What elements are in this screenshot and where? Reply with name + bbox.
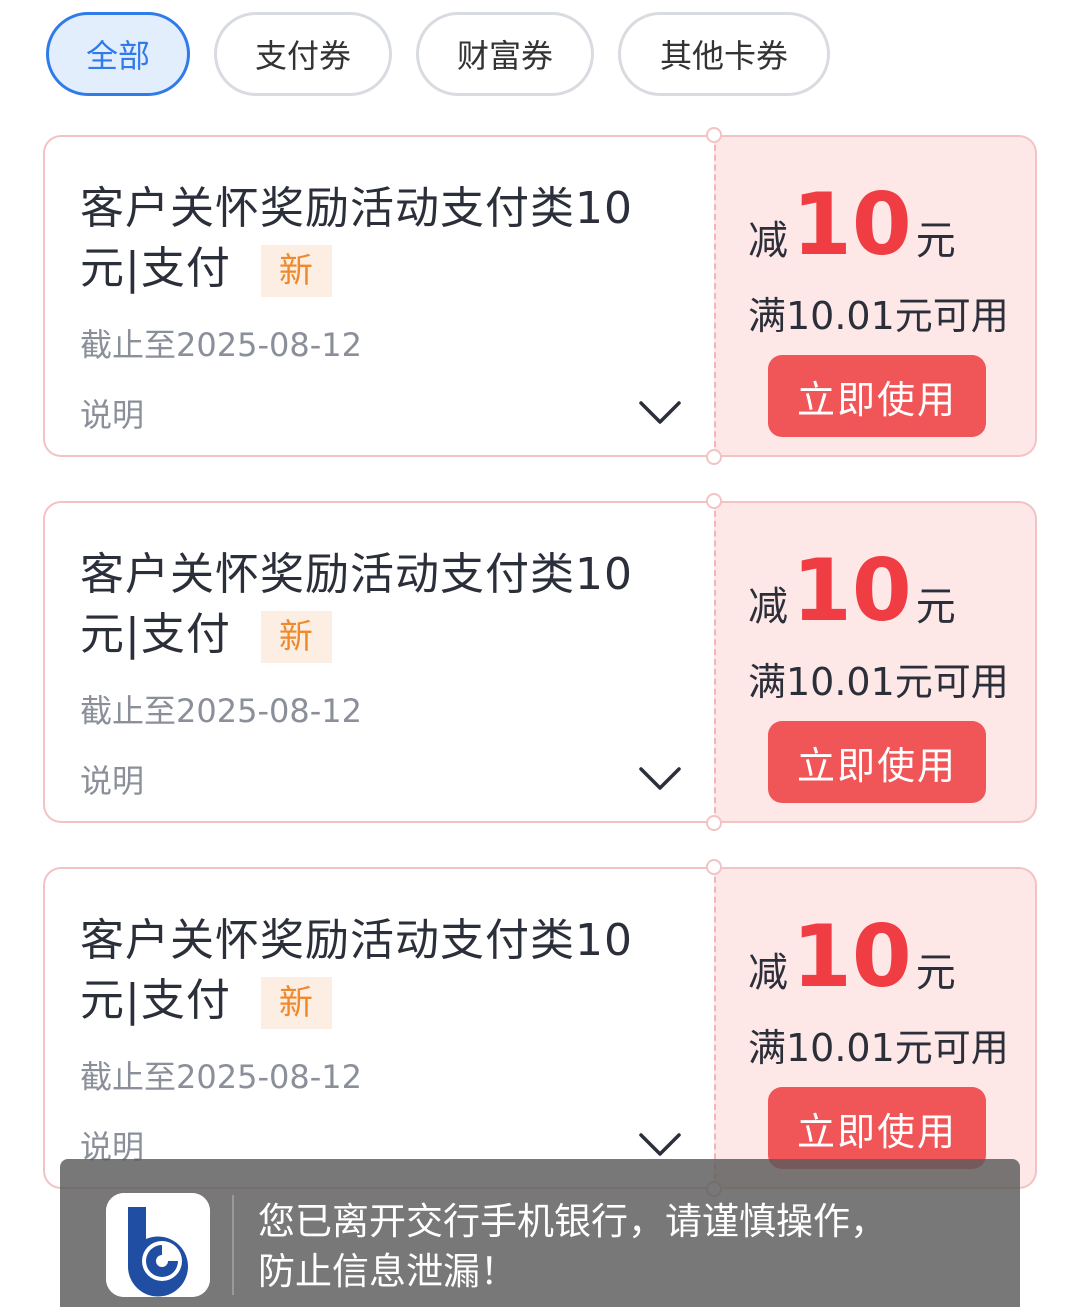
chevron-down-icon[interactable]	[637, 395, 683, 429]
coupon-info: 客户关怀奖励活动支付类10元|支付新 截止至2025-08-12 说明	[43, 135, 714, 457]
chevron-down-icon[interactable]	[637, 761, 683, 795]
coupon-deadline: 截止至2025-08-12	[80, 326, 362, 364]
coupon-deadline: 截止至2025-08-12	[80, 1058, 362, 1096]
bank-logo-icon	[106, 1193, 210, 1297]
amount-value: 10	[792, 175, 912, 275]
toast-message-line2: 防止信息泄漏！	[258, 1250, 517, 1293]
filter-tabs: 全部 支付券 财富券 其他卡券	[46, 12, 830, 96]
coupon-condition: 满10.01元可用	[748, 1026, 1009, 1070]
tab-other-coupons[interactable]: 其他卡券	[618, 12, 830, 96]
new-badge: 新	[260, 977, 332, 1029]
coupon-description-label[interactable]: 说明	[80, 756, 144, 802]
use-now-button[interactable]: 立即使用	[768, 355, 986, 437]
amount-value: 10	[792, 541, 912, 641]
new-badge: 新	[260, 611, 332, 663]
tab-wealth-coupons[interactable]: 财富券	[416, 12, 594, 96]
coupon-notch	[706, 815, 722, 831]
coupon-page: 全部 支付券 财富券 其他卡券 客户关怀奖励活动支付类10元|支付新 截止至20…	[0, 0, 1079, 1307]
amount-unit: 元	[915, 584, 956, 630]
coupon-title-text: 客户关怀奖励活动支付类10元|支付	[80, 183, 633, 294]
use-now-button[interactable]: 立即使用	[768, 1087, 986, 1169]
coupon-description-label[interactable]: 说明	[80, 390, 144, 436]
coupon-notch	[706, 127, 722, 143]
coupon-title: 客户关怀奖励活动支付类10元|支付新	[80, 545, 670, 665]
amount-unit: 元	[915, 218, 956, 264]
leave-app-toast: 您已离开交行手机银行，请谨慎操作， 防止信息泄漏！	[60, 1159, 1020, 1307]
toast-message-line1: 您已离开交行手机银行，请谨慎操作，	[258, 1200, 887, 1243]
new-badge: 新	[260, 245, 332, 297]
chevron-down-icon[interactable]	[637, 1127, 683, 1161]
coupon-title-text: 客户关怀奖励活动支付类10元|支付	[80, 915, 633, 1026]
toast-message: 您已离开交行手机银行，请谨慎操作， 防止信息泄漏！	[258, 1197, 958, 1297]
coupon-condition: 满10.01元可用	[748, 660, 1009, 704]
coupon-notch	[706, 449, 722, 465]
tab-payment-coupons[interactable]: 支付券	[214, 12, 392, 96]
coupon-notch	[706, 493, 722, 509]
coupon-list: 客户关怀奖励活动支付类10元|支付新 截止至2025-08-12 说明 减 10…	[43, 127, 1037, 1233]
coupon-value-panel: 减 10 元 满10.01元可用 立即使用	[714, 135, 1037, 457]
coupon-amount: 减 10 元	[748, 543, 956, 639]
amount-unit: 元	[915, 950, 956, 996]
amount-prefix: 减	[748, 218, 788, 264]
coupon-amount: 减 10 元	[748, 177, 956, 273]
coupon-info: 客户关怀奖励活动支付类10元|支付新 截止至2025-08-12 说明	[43, 867, 714, 1189]
coupon-value-panel: 减 10 元 满10.01元可用 立即使用	[714, 867, 1037, 1189]
coupon-card: 客户关怀奖励活动支付类10元|支付新 截止至2025-08-12 说明 减 10…	[43, 127, 1037, 465]
amount-prefix: 减	[748, 584, 788, 630]
coupon-condition: 满10.01元可用	[748, 294, 1009, 338]
amount-prefix: 减	[748, 950, 788, 996]
coupon-title: 客户关怀奖励活动支付类10元|支付新	[80, 911, 670, 1031]
coupon-card: 客户关怀奖励活动支付类10元|支付新 截止至2025-08-12 说明 减 10…	[43, 493, 1037, 831]
amount-value: 10	[792, 907, 912, 1007]
toast-divider	[232, 1195, 234, 1295]
coupon-title-text: 客户关怀奖励活动支付类10元|支付	[80, 549, 633, 660]
coupon-deadline: 截止至2025-08-12	[80, 692, 362, 730]
coupon-notch	[706, 859, 722, 875]
coupon-value-panel: 减 10 元 满10.01元可用 立即使用	[714, 501, 1037, 823]
coupon-card: 客户关怀奖励活动支付类10元|支付新 截止至2025-08-12 说明 减 10…	[43, 859, 1037, 1197]
coupon-title: 客户关怀奖励活动支付类10元|支付新	[80, 179, 670, 299]
tab-all[interactable]: 全部	[46, 12, 190, 96]
coupon-info: 客户关怀奖励活动支付类10元|支付新 截止至2025-08-12 说明	[43, 501, 714, 823]
coupon-amount: 减 10 元	[748, 909, 956, 1005]
use-now-button[interactable]: 立即使用	[768, 721, 986, 803]
